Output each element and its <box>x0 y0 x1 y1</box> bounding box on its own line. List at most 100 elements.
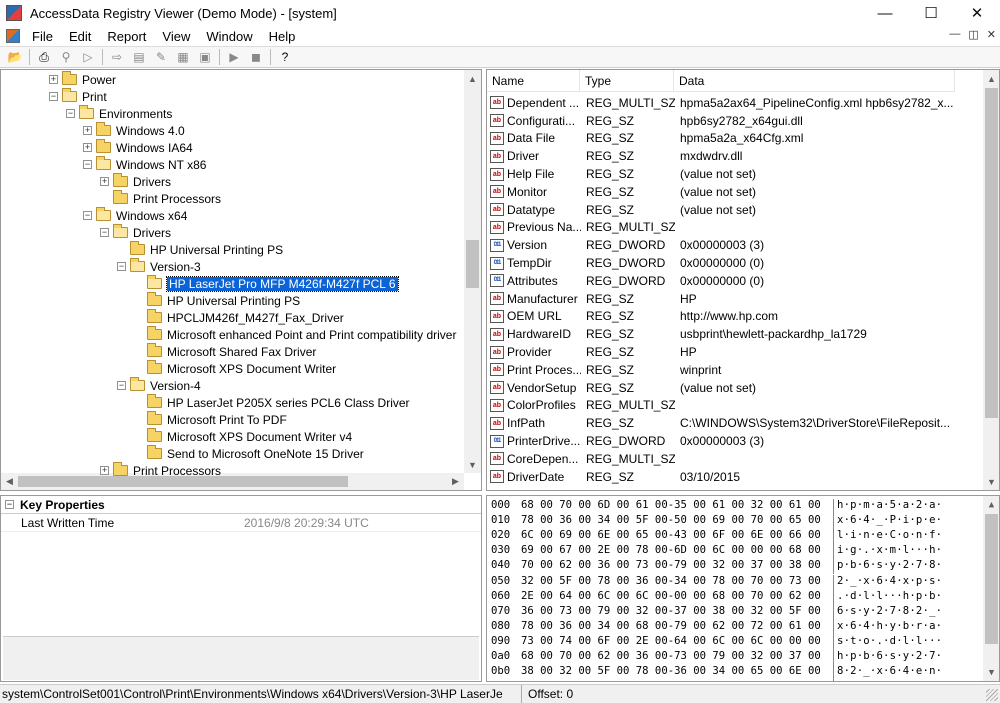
tree-node[interactable]: Microsoft enhanced Point and Print compa… <box>134 326 456 343</box>
tree-node[interactable]: HPCLJM426f_M427f_Fax_Driver <box>134 309 344 326</box>
scroll-down-icon[interactable]: ▼ <box>464 456 481 473</box>
value-row[interactable]: ab DriverDate REG_SZ 03/10/2015 <box>487 468 955 486</box>
key-export-icon[interactable]: ◼ <box>247 48 265 66</box>
maximize-icon[interactable]: ☐ <box>908 0 954 26</box>
tree-node[interactable]: − Version-4 <box>117 377 201 394</box>
menu-window[interactable]: Window <box>198 29 260 44</box>
resize-grip-icon[interactable] <box>986 689 998 701</box>
menu-help[interactable]: Help <box>261 29 304 44</box>
collapse-icon[interactable]: − <box>100 228 109 237</box>
tree-node[interactable]: − Windows x64 <box>83 207 187 224</box>
collapse-icon[interactable]: − <box>5 500 14 509</box>
add-report-icon[interactable]: ▦ <box>174 48 192 66</box>
expand-icon[interactable]: + <box>100 177 109 186</box>
tree-node[interactable]: + Print Processors <box>100 462 221 479</box>
registry-values-list[interactable]: Name Type Data ▲ ▼ ab Dependent ... REG_MU… <box>486 69 1000 491</box>
value-row[interactable]: ab Datatype REG_SZ (value not set) <box>487 201 955 219</box>
property-row[interactable]: Last Written Time 2016/9/8 20:29:34 UTC <box>1 514 481 532</box>
hex-row[interactable]: 080 78 00 36 00 34 00 68 00-79 00 62 00 7… <box>491 619 987 635</box>
tree-node[interactable]: + Power <box>49 71 116 88</box>
close-icon[interactable]: ✕ <box>954 0 1000 26</box>
tree-node[interactable]: Microsoft Print To PDF <box>134 411 287 428</box>
tree-node[interactable]: Print Processors <box>100 190 221 207</box>
hex-row[interactable]: 0b0 38 00 32 00 5F 00 78 00-36 00 34 00 6… <box>491 665 987 681</box>
tree-vertical-scrollbar[interactable]: ▲ ▼ <box>464 70 481 473</box>
tree-node[interactable]: − Version-3 <box>117 258 201 275</box>
scroll-right-icon[interactable]: ▶ <box>447 473 464 490</box>
tree-node[interactable]: Microsoft XPS Document Writer v4 <box>134 428 352 445</box>
value-row[interactable]: 011 Attributes REG_DWORD 0x00000000 (0) <box>487 272 955 290</box>
tree-node[interactable]: + Windows 4.0 <box>83 122 185 139</box>
help-icon[interactable]: ? <box>276 48 294 66</box>
report-icon[interactable]: ▤ <box>130 48 148 66</box>
value-row[interactable]: 011 TempDir REG_DWORD 0x00000000 (0) <box>487 254 955 272</box>
value-row[interactable]: ab InfPath REG_SZ C:\WINDOWS\System32\Drive… <box>487 414 955 432</box>
value-row[interactable]: 011 Version REG_DWORD 0x00000003 (3) <box>487 236 955 254</box>
minimize-icon[interactable]: — <box>862 0 908 26</box>
tree-node[interactable]: Microsoft Shared Fax Driver <box>134 343 316 360</box>
tree-node[interactable]: − Drivers <box>100 224 171 241</box>
mdi-minimize-icon[interactable]: — <box>949 28 960 41</box>
value-row[interactable]: ab VendorSetup REG_SZ (value not set) <box>487 379 955 397</box>
value-row[interactable]: ab Print Proces... REG_SZ winprint <box>487 361 955 379</box>
hex-row[interactable]: 070 36 00 73 00 79 00 32 00-37 00 38 00 3… <box>491 604 987 620</box>
tree-horizontal-scrollbar[interactable]: ◀ ▶ <box>1 473 464 490</box>
collapse-icon[interactable]: − <box>83 160 92 169</box>
expand-icon[interactable]: + <box>49 75 58 84</box>
hex-view[interactable]: ▲ ▼ 000 68 00 70 00 6D 00 61 00-35 00 61 … <box>486 495 1000 682</box>
hex-row[interactable]: 0a0 68 00 70 00 62 00 36 00-73 00 79 00 3… <box>491 650 987 666</box>
scroll-up-icon[interactable]: ▲ <box>464 70 481 87</box>
value-row[interactable]: ab OEM URL REG_SZ http://www.hp.com <box>487 308 955 326</box>
collapse-icon[interactable]: − <box>117 262 126 271</box>
hex-row[interactable]: 020 6C 00 69 00 6E 00 65 00-43 00 6F 00 6… <box>491 529 987 545</box>
tree-node[interactable]: Microsoft XPS Document Writer <box>134 360 336 377</box>
registry-key-tree[interactable]: ▲ ▼ ◀ ▶ + Power − Print − Environments + Window… <box>0 69 482 491</box>
value-row[interactable]: ab HardwareID REG_SZ usbprint\hewlett-packa… <box>487 325 955 343</box>
print-icon[interactable]: ⎙ <box>35 48 53 66</box>
expand-icon[interactable]: + <box>100 466 109 475</box>
tree-node[interactable]: − Environments <box>66 105 172 122</box>
tree-node[interactable]: − Windows NT x86 <box>83 156 206 173</box>
tree-node[interactable]: HP Universal Printing PS <box>134 292 300 309</box>
expand-icon[interactable]: + <box>83 126 92 135</box>
tree-node[interactable]: HP LaserJet Pro MFP M426f-M427f PCL 6 <box>134 275 399 292</box>
expand-icon[interactable]: + <box>83 143 92 152</box>
hex-row[interactable]: 040 70 00 62 00 36 00 73 00-79 00 32 00 3… <box>491 559 987 575</box>
hex-row[interactable]: 000 68 00 70 00 6D 00 61 00-35 00 61 00 3… <box>491 499 987 515</box>
value-row[interactable]: 011 PrinterDrive... REG_DWORD 0x00000003 (3… <box>487 432 955 450</box>
value-row[interactable]: ab ColorProfiles REG_MULTI_SZ <box>487 397 955 415</box>
value-row[interactable]: ab CoreDepen... REG_MULTI_SZ <box>487 450 955 468</box>
menu-file[interactable]: File <box>24 29 61 44</box>
value-row[interactable]: ab Help File REG_SZ (value not set) <box>487 165 955 183</box>
value-row[interactable]: ab Dependent ... REG_MULTI_SZ hpma5a2ax64_P… <box>487 94 955 112</box>
value-row[interactable]: ab Provider REG_SZ HP <box>487 343 955 361</box>
scroll-up-icon[interactable]: ▲ <box>983 70 999 87</box>
hex-row[interactable]: 050 32 00 5F 00 78 00 36 00-34 00 78 00 7… <box>491 574 987 590</box>
hex-row[interactable]: 010 78 00 36 00 34 00 5F 00-50 00 69 00 7… <box>491 514 987 530</box>
tree-node[interactable]: HP Universal Printing PS <box>117 241 283 258</box>
menu-report[interactable]: Report <box>99 29 154 44</box>
value-row[interactable]: ab Data File REG_SZ hpma5a2a_x64Cfg.xml <box>487 130 955 148</box>
hex-row[interactable]: 0c075 00 73 00 2E 00 64 00-6C 00 6C 00 0… <box>491 680 987 681</box>
hex-row[interactable]: 030 69 00 67 00 2E 00 78 00-6D 00 6C 00 0… <box>491 544 987 560</box>
find-icon[interactable]: ⚲ <box>57 48 75 66</box>
scroll-down-icon[interactable]: ▼ <box>983 473 999 490</box>
value-row[interactable]: ab Manufacturer REG_SZ HP <box>487 290 955 308</box>
mdi-close-icon[interactable]: ✕ <box>987 28 996 41</box>
column-header-type[interactable]: Type <box>580 70 674 92</box>
export-icon[interactable]: ⇨ <box>108 48 126 66</box>
value-row[interactable]: ab Configurati... REG_SZ hpb6sy2782_x64gui.… <box>487 112 955 130</box>
menu-edit[interactable]: Edit <box>61 29 99 44</box>
report-view-icon[interactable]: ▣ <box>196 48 214 66</box>
hex-row[interactable]: 090 73 00 74 00 6F 00 2E 00-64 00 6C 00 6… <box>491 634 987 650</box>
scroll-left-icon[interactable]: ◀ <box>1 473 18 490</box>
value-row[interactable]: ab Driver REG_SZ mxdwdrv.dll <box>487 147 955 165</box>
bookmark-icon[interactable]: ▶ <box>225 48 243 66</box>
collapse-icon[interactable]: − <box>49 92 58 101</box>
menu-view[interactable]: View <box>154 29 198 44</box>
document-menu-icon[interactable] <box>6 29 20 43</box>
tree-node[interactable]: + Drivers <box>100 173 171 190</box>
tree-node[interactable]: HP LaserJet P205X series PCL6 Class Driv… <box>134 394 410 411</box>
value-row[interactable]: ab Previous Na... REG_MULTI_SZ <box>487 219 955 237</box>
collapse-icon[interactable]: − <box>66 109 75 118</box>
